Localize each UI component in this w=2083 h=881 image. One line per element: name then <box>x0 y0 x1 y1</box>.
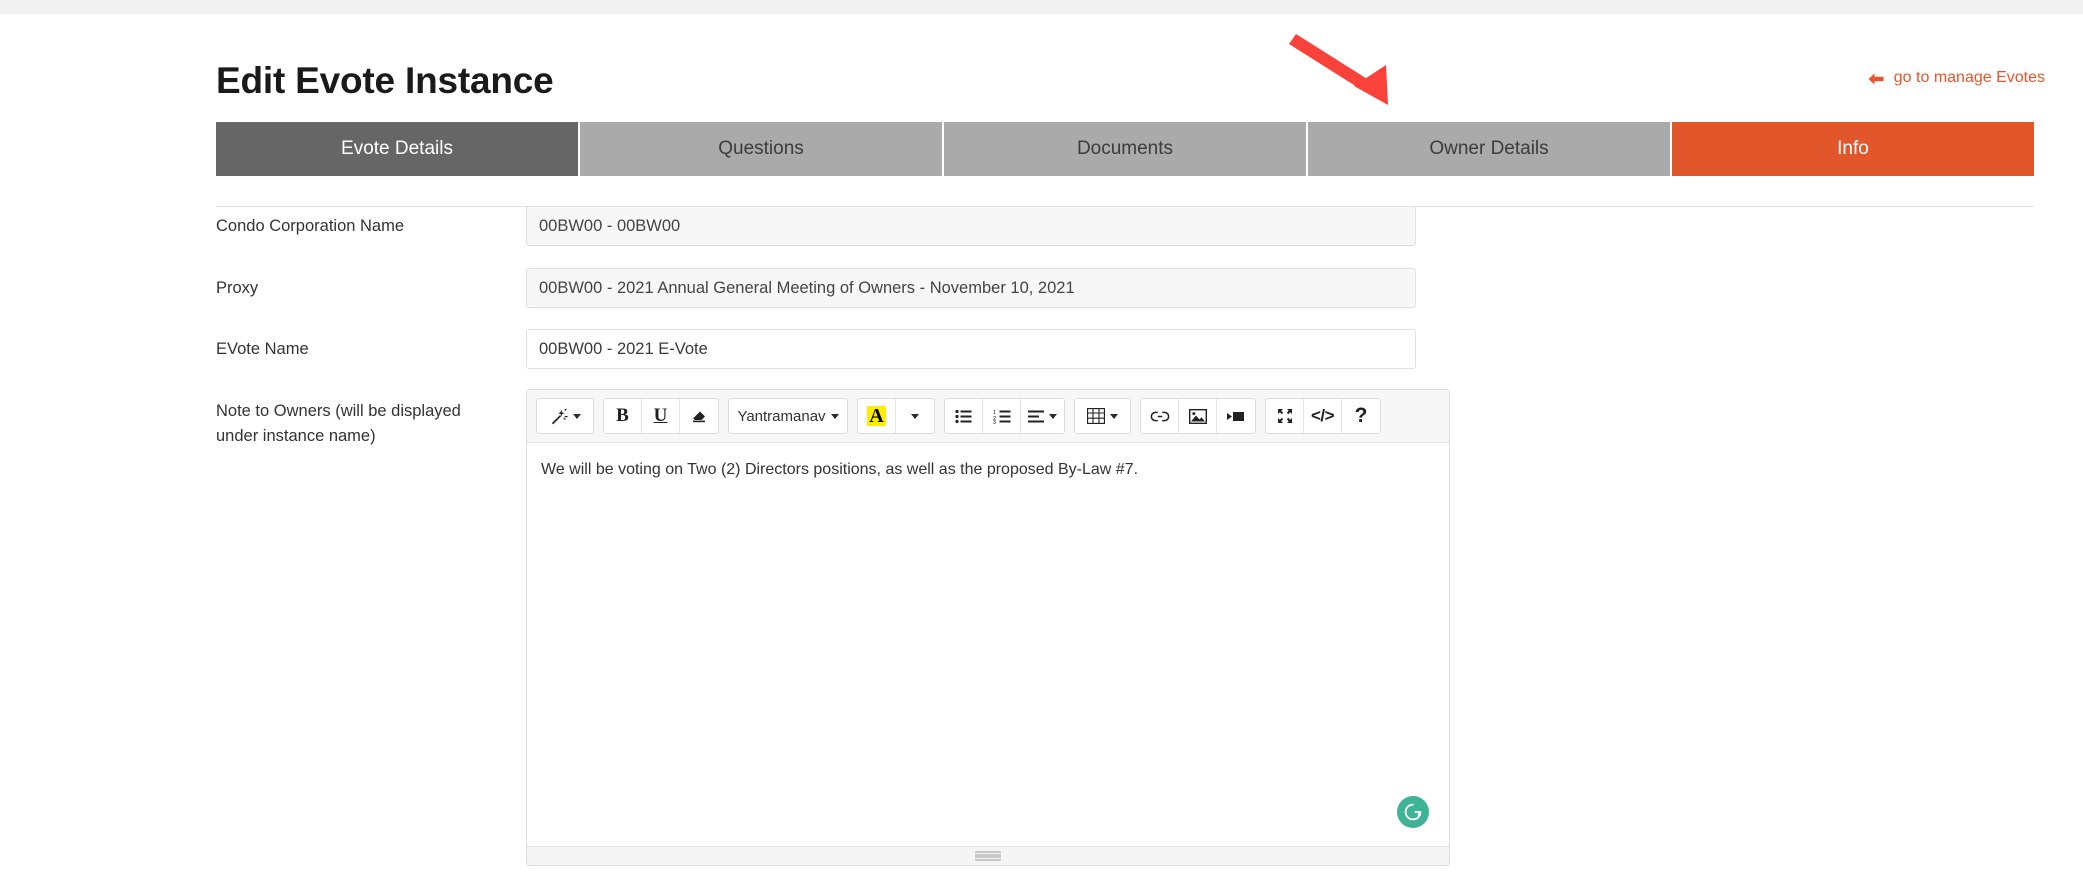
editor-toolbar: B U Yantramanav A 1 2 3 </> ? <box>527 390 1449 443</box>
go-to-manage-evotes-link[interactable]: go to manage Evotes <box>1867 69 2045 87</box>
arrow-left-icon <box>1867 72 1885 86</box>
toolbar-group-style <box>536 398 594 434</box>
chevron-down-icon <box>830 413 839 419</box>
table-icon[interactable] <box>1075 399 1130 433</box>
toolbar-group-insert <box>1140 398 1256 434</box>
tab-owner-details[interactable]: Owner Details <box>1308 122 1672 176</box>
toolbar-group-font: Yantramanav <box>728 398 848 434</box>
bold-icon[interactable]: B <box>604 399 642 433</box>
tab-label: Info <box>1837 138 1869 159</box>
go-to-manage-evotes-label: go to manage Evotes <box>1893 69 2045 86</box>
toolbar-group-table <box>1074 398 1131 434</box>
fullscreen-icon[interactable] <box>1266 399 1304 433</box>
chevron-down-icon <box>1110 413 1118 419</box>
bold-label: B <box>616 405 629 426</box>
tab-questions[interactable]: Questions <box>580 122 944 176</box>
tab-label: Questions <box>718 138 804 159</box>
condo-corporation-name-input[interactable] <box>526 206 1416 246</box>
help-icon[interactable]: ? <box>1342 399 1381 433</box>
page-title: Edit Evote Instance <box>216 60 554 101</box>
chevron-down-icon <box>1049 413 1057 419</box>
chevron-down-icon <box>911 413 919 419</box>
underline-label: U <box>653 405 668 426</box>
link-icon[interactable] <box>1141 399 1179 433</box>
unordered-list-icon[interactable] <box>945 399 983 433</box>
condo-corporation-name-label: Condo Corporation Name <box>216 217 405 235</box>
evote-name-label: EVote Name <box>216 340 309 358</box>
editor-status-bar <box>527 846 1449 865</box>
video-icon[interactable] <box>1217 399 1255 433</box>
chevron-down-icon <box>573 413 581 419</box>
help-label: ? <box>1354 404 1368 427</box>
ordered-list-icon[interactable]: 1 2 3 <box>983 399 1021 433</box>
svg-text:3: 3 <box>993 420 996 424</box>
page-header: Edit Evote Instance go to manage Evotes <box>0 14 2083 114</box>
grammarly-icon[interactable] <box>1397 796 1429 828</box>
tab-evote-details[interactable]: Evote Details <box>216 122 580 176</box>
code-view-label: </> <box>1311 406 1335 425</box>
toolbar-group-format: B U <box>603 398 719 434</box>
font-family-dropdown[interactable]: Yantramanav <box>729 399 847 433</box>
toolbar-group-color: A <box>857 398 935 434</box>
note-to-owners-label-line1: Note to Owners (will be displayed <box>216 402 461 420</box>
tab-info[interactable]: Info <box>1672 122 2034 176</box>
note-to-owners-label: Note to Owners (will be displayed under … <box>216 399 516 449</box>
proxy-label: Proxy <box>216 279 259 297</box>
note-to-owners-label-line2: under instance name) <box>216 427 376 445</box>
tab-documents[interactable]: Documents <box>944 122 1308 176</box>
tab-label: Evote Details <box>341 138 453 159</box>
editor-content-text: We will be voting on Two (2) Directors p… <box>541 461 1139 478</box>
rich-text-editor: B U Yantramanav A 1 2 3 </> ? We will be… <box>526 389 1450 866</box>
toolbar-group-list: 1 2 3 <box>944 398 1065 434</box>
tab-bar: Evote Details Questions Documents Owner … <box>216 122 2034 176</box>
image-icon[interactable] <box>1179 399 1217 433</box>
tab-label: Documents <box>1076 138 1174 159</box>
editor-content-area[interactable]: We will be voting on Two (2) Directors p… <box>527 443 1449 846</box>
proxy-input[interactable] <box>526 268 1416 308</box>
underline-icon[interactable]: U <box>642 399 680 433</box>
browser-top-strip <box>0 0 2083 14</box>
page-content: Edit Evote Instance go to manage Evotes … <box>0 14 2083 881</box>
magic-wand-icon[interactable] <box>537 399 593 433</box>
text-highlight-color-icon[interactable]: A <box>858 399 896 433</box>
tab-label: Owner Details <box>1429 138 1549 159</box>
toolbar-group-view: </> ? <box>1265 398 1382 434</box>
paragraph-align-icon[interactable] <box>1021 399 1064 433</box>
editor-resize-handle[interactable] <box>975 851 1001 861</box>
eraser-icon[interactable] <box>680 399 718 433</box>
font-family-label: Yantramanav <box>737 407 826 425</box>
color-dropdown-caret-icon[interactable] <box>896 399 934 433</box>
evote-name-input[interactable] <box>526 329 1416 369</box>
highlight-a-label: A <box>867 405 886 427</box>
code-view-icon[interactable]: </> <box>1304 399 1343 433</box>
